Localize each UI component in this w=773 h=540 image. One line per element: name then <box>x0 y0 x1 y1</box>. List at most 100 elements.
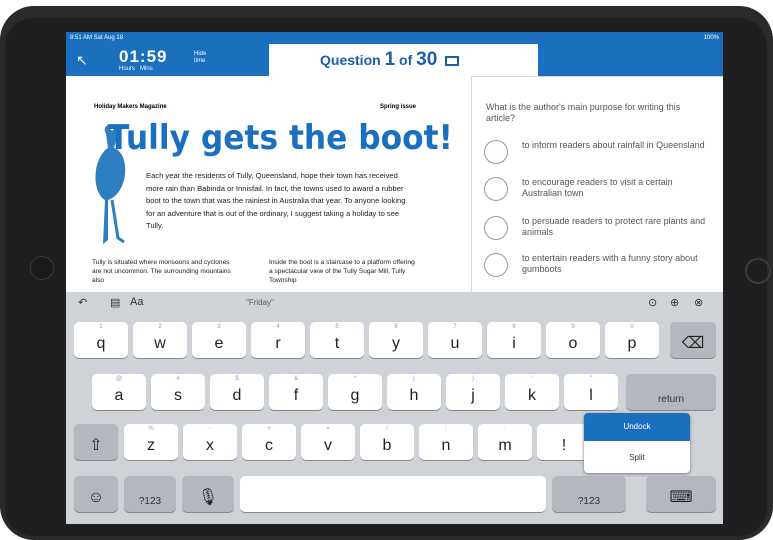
key-char: p <box>627 335 637 352</box>
key-alt-char: 6 <box>394 324 398 330</box>
key-h[interactable]: (h <box>387 374 441 410</box>
key-char: c <box>265 437 273 454</box>
hide-time-button[interactable]: Hide time <box>194 51 206 65</box>
key-z[interactable]: % z <box>124 424 178 460</box>
delete-key[interactable]: ⌫ <box>670 322 716 358</box>
split-option[interactable]: Split <box>584 443 690 473</box>
timer-units: Hours Mins <box>119 66 153 72</box>
key-o[interactable]: 9o <box>546 322 600 358</box>
reading-passage: Holiday Makers Magazine Spring issue Tul… <box>66 76 471 292</box>
key-alt-char: 5 <box>335 324 339 330</box>
key-k[interactable]: ' k <box>505 374 559 410</box>
key-char: v <box>324 437 332 454</box>
key-char: e <box>214 335 224 352</box>
key-g[interactable]: * g <box>328 374 382 410</box>
issue-label: Spring issue <box>380 104 417 110</box>
key-exclamation[interactable]: ! <box>537 424 591 460</box>
answer-text: to entertain readers with a funny story … <box>522 253 698 274</box>
radio-button[interactable] <box>484 216 508 240</box>
answer-text: to persuade readers to protect rare plan… <box>522 216 706 237</box>
key-char: z <box>147 437 155 454</box>
answer-option-1[interactable]: to inform readers about rainfall in Quee… <box>484 140 714 170</box>
key-e[interactable]: 3e <box>192 322 246 358</box>
undock-option[interactable]: Undock <box>584 413 690 441</box>
back-arrow-icon[interactable]: ↖ <box>76 52 88 69</box>
key-alt-char: + <box>267 426 271 432</box>
key-char: q <box>96 335 106 352</box>
key-char: j <box>471 387 475 404</box>
key-alt-char: 0 <box>630 324 634 330</box>
status-time: 8:51 AM Sat Aug 18 <box>70 35 124 41</box>
header-right-panel <box>538 44 723 76</box>
key-alt-char: $ <box>235 376 239 382</box>
status-bar: 8:51 AM Sat Aug 18 100% <box>66 32 723 44</box>
question-number: 1 <box>384 49 396 70</box>
numbers-key-left[interactable]: ?123 <box>124 476 176 512</box>
key-i[interactable]: 8i <box>487 322 541 358</box>
key-char: s <box>174 387 182 404</box>
question-grid-icon[interactable] <box>445 56 460 67</box>
answer-option-2[interactable]: to encourage readers to visit a certain … <box>484 177 714 207</box>
predictive-suggestion[interactable]: "Friday" <box>246 298 274 307</box>
shift-key[interactable]: ⇧ <box>74 424 118 460</box>
key-c[interactable]: + c <box>242 424 296 460</box>
key-alt-char: - <box>209 426 211 432</box>
key-t[interactable]: 5t <box>310 322 364 358</box>
timer-panel: ↖ 01:59 Hours Mins Hide time <box>66 44 269 76</box>
key-y[interactable]: 6y <box>369 322 423 358</box>
radio-button[interactable] <box>484 253 508 277</box>
question-prompt: What is the author's main purpose for wr… <box>486 102 681 123</box>
key-l[interactable]: " l <box>564 374 618 410</box>
clipboard-icon[interactable]: ▤ <box>110 296 120 309</box>
radio-button[interactable] <box>484 177 508 201</box>
question-total: 30 <box>416 49 438 70</box>
article-column-2: Inside the boot is a staircase to a plat… <box>269 259 415 284</box>
key-alt-char: * <box>353 376 357 382</box>
compass-icon[interactable]: ⊗ <box>694 296 703 309</box>
key-a[interactable]: @ a <box>92 374 146 410</box>
key-f[interactable]: & f <box>269 374 323 410</box>
key-alt-char: 8 <box>512 324 516 330</box>
timer-value: 01:59 <box>119 47 168 66</box>
key-x[interactable]: -x <box>183 424 237 460</box>
keyboard-dismiss-key[interactable]: ⌨ <box>646 476 716 512</box>
key-j[interactable]: ) j <box>446 374 500 410</box>
key-char: a <box>114 387 124 404</box>
key-m[interactable]: :m <box>478 424 532 460</box>
key-alt-char: % <box>148 426 154 432</box>
key-alt-char: 7 <box>453 324 457 330</box>
answer-option-4[interactable]: to entertain readers with a funny story … <box>484 253 714 283</box>
key-char: d <box>232 387 242 404</box>
key-char: f <box>293 387 299 404</box>
key-u[interactable]: 7u <box>428 322 482 358</box>
key-n[interactable]: ; n <box>419 424 473 460</box>
add-icon[interactable]: ⊕ <box>670 296 679 309</box>
home-button[interactable] <box>745 258 771 284</box>
backspace-icon: ⌫ <box>681 335 705 352</box>
radio-button[interactable] <box>484 140 508 164</box>
answer-option-3[interactable]: to persuade readers to protect rare plan… <box>484 216 714 246</box>
dictation-key[interactable]: 🎙 <box>182 476 234 512</box>
key-b[interactable]: / b <box>360 424 414 460</box>
key-w[interactable]: 2w <box>133 322 187 358</box>
return-label: return <box>657 394 685 405</box>
return-key[interactable]: return <box>626 374 716 410</box>
check-icon[interactable]: ⊙ <box>648 296 657 309</box>
numbers-key-right[interactable]: ?123 <box>552 476 626 512</box>
format-button[interactable]: Aa <box>130 296 143 308</box>
emoji-key[interactable]: ☺ <box>74 476 118 512</box>
key-r[interactable]: 4r <box>251 322 305 358</box>
on-screen-keyboard: ↶ ▤ Aa "Friday" ⊙ ⊕ ⊗ 1q2w3e4r5t6y7u8i9o… <box>66 292 723 524</box>
answer-text: to encourage readers to visit a certain … <box>522 177 673 198</box>
key-p[interactable]: 0p <box>605 322 659 358</box>
battery-level: 100% <box>703 35 719 41</box>
undo-icon[interactable]: ↶ <box>78 296 87 309</box>
space-bar[interactable] <box>240 476 546 512</box>
key-v[interactable]: = v <box>301 424 355 460</box>
key-d[interactable]: $ d <box>210 374 264 410</box>
key-s[interactable]: # s <box>151 374 205 410</box>
key-alt-char: 9 <box>571 324 575 330</box>
key-char: x <box>206 437 214 454</box>
article-intro: Each year the residents of Tully, Queens… <box>146 171 406 231</box>
key-q[interactable]: 1q <box>74 322 128 358</box>
